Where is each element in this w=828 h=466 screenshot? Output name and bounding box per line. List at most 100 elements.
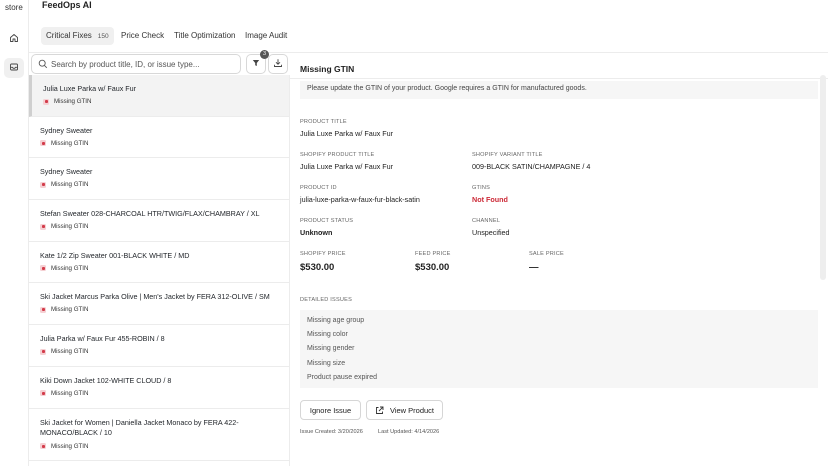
tab-label: Title Optimization: [174, 31, 236, 40]
list-item[interactable]: Ski Jacket for Women | Daniella Jacket M…: [29, 409, 289, 461]
detailed-issues-list: Missing age group Missing color Missing …: [300, 310, 818, 388]
detailed-issues-label: DETAILED ISSUES: [300, 297, 353, 303]
issue-tag: Missing GTIN: [40, 443, 289, 450]
issue-description: Please update the GTIN of your product. …: [300, 81, 818, 99]
list-item[interactable]: Julia Luxe Parka w/ Faux Fur Missing GTI…: [29, 75, 289, 117]
list-item[interactable]: Sydney Sweater Missing GTIN: [29, 117, 289, 159]
list-item[interactable]: Ski Jacket Marcus Parka Olive | Men's Ja…: [29, 283, 289, 326]
warning-icon: [40, 265, 46, 272]
sale-price-value: —: [529, 262, 539, 273]
list-item[interactable]: Sydney Sweater Missing GTIN: [29, 158, 289, 201]
search-input[interactable]: [51, 56, 236, 72]
product-list: Julia Luxe Parka w/ Faux Fur Missing GTI…: [29, 75, 290, 466]
divider: [290, 78, 828, 79]
warning-icon: [40, 390, 46, 397]
warning-icon: [40, 348, 46, 355]
warning-icon: [40, 306, 46, 313]
button-label: View Product: [389, 405, 435, 415]
list-item[interactable]: Stefan Sweater 028-CHARCOAL HTR/TWIG/FLA…: [29, 200, 289, 242]
ignore-issue-button[interactable]: Ignore Issue: [300, 400, 361, 420]
product-name: Sydney Sweater: [40, 125, 93, 135]
issue-label: Missing GTIN: [51, 442, 89, 450]
shopify-price-label: SHOPIFY PRICE: [300, 251, 346, 257]
warning-icon: [40, 223, 46, 230]
feed-price-value: $530.00: [415, 262, 450, 273]
list-item[interactable]: Julia Parka w/ Faux Fur 455-ROBIN / 8 Mi…: [29, 325, 289, 367]
home-nav-button[interactable]: [4, 29, 24, 49]
issue-tag: Missing GTIN: [40, 223, 289, 230]
last-updated-date: Last Updated: 4/14/2026: [378, 429, 440, 435]
product-name: Julia Luxe Parka w/ Faux Fur: [43, 84, 137, 93]
button-label: Ignore Issue: [309, 405, 352, 415]
product-name: Kiki Down Jacket 102-WHITE CLOUD / 8: [40, 375, 172, 385]
detail-scrollbar[interactable]: [820, 75, 826, 280]
product-title-value: Julia Luxe Parka w/ Faux Fur: [300, 129, 394, 138]
list-item[interactable]: Kate 1/2 Zip Sweater 001-BLACK WHITE / M…: [29, 242, 289, 284]
filter-icon: [252, 59, 260, 69]
search-box: [31, 54, 241, 74]
view-product-button[interactable]: View Product: [366, 400, 443, 420]
warning-icon: [40, 140, 46, 147]
issue-label: Missing GTIN: [51, 139, 89, 147]
issue-label: Missing GTIN: [51, 389, 89, 397]
inbox-nav-button[interactable]: [4, 58, 24, 78]
tab-price-check[interactable]: Price Check: [116, 27, 169, 45]
list-item: Missing gender: [307, 345, 355, 353]
product-name: Ski Jacket Marcus Parka Olive | Men's Ja…: [40, 292, 270, 302]
warning-icon: [43, 98, 49, 105]
inbox-icon: [9, 62, 19, 74]
issue-label: Missing GTIN: [51, 223, 89, 231]
product-status-label: PRODUCT STATUS: [300, 218, 354, 224]
issue-label: Missing GTIN: [51, 264, 89, 272]
tab-label: Image Audit: [245, 31, 288, 40]
shopify-price-value: $530.00: [300, 262, 335, 273]
product-id-value: julia-luxe-parka-w-faux-fur-black-satin: [300, 195, 420, 204]
tab-bar: Critical Fixes 150 Price Check Title Opti…: [29, 18, 828, 53]
shopify-variant-title-label: SHOPIFY VARIANT TITLE: [472, 152, 543, 158]
list-item: Missing age group: [307, 317, 365, 324]
issue-label: Missing GTIN: [51, 181, 89, 189]
download-icon: [273, 58, 283, 70]
filter-button[interactable]: 3: [246, 50, 269, 74]
gtins-value: Not Found: [472, 195, 508, 204]
store-label: store: [5, 3, 23, 12]
shopify-product-title-label: SHOPIFY PRODUCT TITLE: [300, 152, 375, 158]
app-title: FeedOps AI: [42, 0, 92, 10]
product-name: Ski Jacket for Women | Daniella Jacket M…: [40, 417, 239, 437]
issue-tag: Missing GTIN: [40, 140, 289, 147]
warning-icon: [40, 181, 46, 188]
product-name: Kate 1/2 Zip Sweater 001-BLACK WHITE / M…: [40, 250, 190, 260]
tab-count-badge: 150: [97, 33, 109, 40]
issue-created-date: Issue Created: 3/20/2026: [300, 429, 363, 435]
list-item[interactable]: Kiki Down Jacket 102-WHITE CLOUD / 8 Mis…: [29, 367, 289, 409]
feed-price-label: FEED PRICE: [415, 251, 451, 257]
tab-label: Price Check: [121, 31, 165, 40]
warning-icon: [40, 443, 46, 449]
download-button[interactable]: [268, 54, 288, 74]
list-item: Missing size: [307, 359, 346, 367]
channel-value: Unspecified: [472, 228, 510, 237]
issue-label: Missing GTIN: [51, 306, 89, 314]
shopify-product-title-value: Julia Luxe Parka w/ Faux Fur: [300, 162, 394, 171]
tab-image-audit[interactable]: Image Audit: [240, 27, 292, 45]
tab-critical-fixes[interactable]: Critical Fixes 150: [41, 27, 114, 45]
app-root: store FeedOps AI Critical Fixes 150 Price…: [0, 0, 828, 466]
issue-tag: Missing GTIN: [40, 306, 289, 313]
external-link-icon: [375, 406, 384, 415]
channel-label: CHANNEL: [472, 218, 501, 224]
issue-tag: Missing GTIN: [40, 390, 289, 397]
issue-detail-panel: Missing GTIN Please update the GTIN of y…: [290, 54, 828, 466]
issue-label: Missing GTIN: [51, 348, 89, 356]
issue-tag: Missing GTIN: [40, 265, 289, 272]
search-icon: [38, 59, 48, 71]
left-rail: store: [0, 0, 29, 466]
product-name: Sydney Sweater: [40, 167, 93, 177]
list-item: Product pause expired: [307, 373, 378, 381]
product-id-label: PRODUCT ID: [300, 185, 337, 191]
sale-price-label: SALE PRICE: [529, 251, 564, 257]
issue-tag: Missing GTIN: [40, 348, 289, 355]
issue-tag: Missing GTIN: [40, 181, 289, 188]
tab-title-optimization[interactable]: Title Optimization: [169, 27, 241, 45]
product-name: Julia Parka w/ Faux Fur 455-ROBIN / 8: [40, 334, 165, 344]
gtins-label: GTINS: [472, 185, 491, 191]
